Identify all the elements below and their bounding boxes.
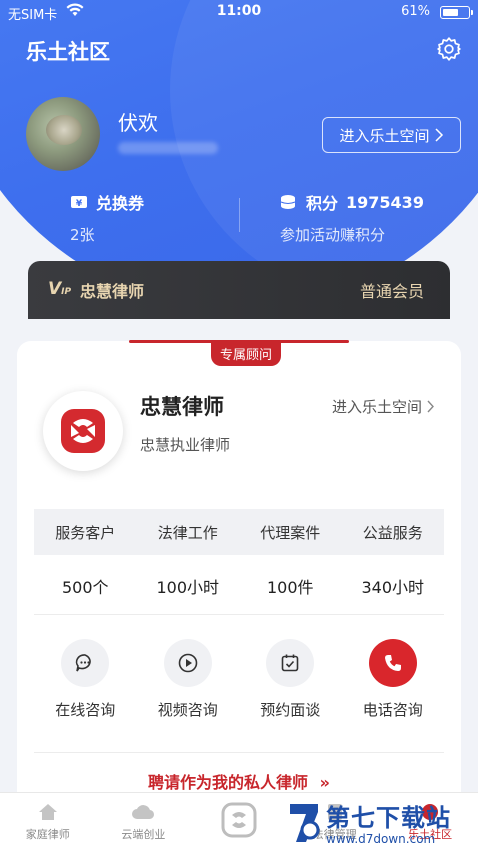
user-name: 伏欢: [118, 111, 158, 135]
chat-bubble-icon: [76, 654, 92, 672]
tab-center-logo[interactable]: [191, 793, 287, 850]
page-title: 乐土社区: [26, 40, 110, 64]
coupon-count: 2张: [70, 226, 95, 244]
lawyer-name: 忠慧律师: [140, 395, 224, 419]
stat-value: 100小时: [156, 578, 220, 597]
online-consult-label: 在线咨询: [55, 701, 116, 719]
video-consult-label: 视频咨询: [157, 701, 218, 719]
video-consult-button[interactable]: 视频咨询: [137, 639, 240, 720]
phone-icon: [384, 655, 401, 671]
vip-level: 普通会员: [359, 282, 424, 301]
coupon-stat[interactable]: ¥ 兑换券 2张: [70, 190, 144, 245]
user-id-blurred: [118, 142, 218, 154]
stat-header: 法律工作: [157, 523, 218, 542]
stat-header: 服务客户: [55, 523, 116, 542]
coins-icon: [280, 195, 296, 209]
watermark-url: www.d7down.com: [326, 832, 436, 846]
lawyer-title: 忠慧执业律师: [140, 436, 231, 454]
site-watermark: 第七下载站 www.d7down.com: [286, 798, 478, 850]
stat-value: 340小时: [361, 578, 425, 597]
watermark-logo-icon: [290, 804, 320, 842]
tab-family-lawyer[interactable]: 家庭律师: [0, 793, 96, 850]
stat-header: 代理案件: [260, 523, 321, 542]
advisor-card: 专属顾问 忠慧律师 忠慧执业律师 进入乐土空间 服务客户 法律工作 代理案件 公…: [17, 340, 461, 811]
vip-card[interactable]: VIP 忠慧律师 普通会员: [28, 261, 450, 319]
play-icon: [178, 653, 198, 673]
points-hint: 参加活动赚积分: [280, 226, 386, 244]
coupon-label: 兑换券: [96, 194, 145, 213]
watermark-title: 第七下载站: [326, 804, 451, 832]
lawyer-logo[interactable]: [43, 391, 123, 471]
points-stat[interactable]: 积分 1975439 参加活动赚积分: [280, 190, 424, 245]
vip-icon: VIP: [48, 279, 72, 299]
vip-name: 忠慧律师: [80, 282, 145, 301]
chevron-right-icon: [434, 128, 443, 142]
points-value: 1975439: [346, 192, 424, 212]
house-icon: [38, 803, 57, 820]
consult-actions: 在线咨询 视频咨询 预约面谈 电话咨询: [34, 639, 444, 720]
chevron-right-icon: [427, 400, 434, 413]
stat-value: 500个: [61, 578, 109, 597]
phone-consult-label: 电话咨询: [362, 701, 423, 719]
advisor-tag: 专属顾问: [211, 341, 281, 366]
settings-gear-icon[interactable]: [436, 36, 462, 62]
lawyer-space-label: 进入乐土空间: [332, 398, 423, 416]
divider: [34, 752, 444, 753]
enter-space-button[interactable]: 进入乐土空间: [322, 117, 461, 153]
tab-label: 家庭律师: [25, 827, 70, 841]
stats-header-row: 服务客户 法律工作 代理案件 公益服务: [34, 509, 444, 555]
battery-icon: [440, 6, 473, 19]
firm-logo-icon: [61, 409, 105, 453]
calendar-check-icon: [281, 654, 299, 672]
stat-value: 100件: [266, 578, 314, 597]
enter-space-label: 进入乐土空间: [339, 126, 430, 145]
points-label: 积分: [306, 194, 339, 213]
stats-value-row: 500个 100小时 100件 340小时: [34, 563, 444, 609]
app-logo-icon: [221, 802, 257, 837]
phone-consult-button[interactable]: 电话咨询: [342, 639, 445, 720]
double-chevron-icon: »: [319, 773, 330, 792]
svg-text:¥: ¥: [76, 199, 83, 209]
hire-lawyer-link[interactable]: 聘请作为我的私人律师 »: [17, 769, 461, 793]
hire-lawyer-label: 聘请作为我的私人律师: [148, 773, 309, 792]
coupon-icon: ¥: [71, 196, 87, 209]
tab-label: 云端创业: [121, 827, 166, 841]
cloud-icon: [132, 804, 155, 819]
online-consult-button[interactable]: 在线咨询: [34, 639, 137, 720]
avatar[interactable]: [26, 97, 100, 171]
battery-percent: 61%: [401, 4, 430, 19]
appointment-button[interactable]: 预约面谈: [239, 639, 342, 720]
divider: [34, 614, 444, 615]
appointment-label: 预约面谈: [260, 701, 321, 719]
stat-header: 公益服务: [362, 523, 423, 542]
lawyer-space-link[interactable]: 进入乐土空间: [332, 396, 435, 417]
stat-divider: [239, 198, 240, 232]
status-bar: 无SIM卡 11:00 61%: [0, 0, 478, 24]
tab-cloud-startup[interactable]: 云端创业: [96, 793, 192, 850]
